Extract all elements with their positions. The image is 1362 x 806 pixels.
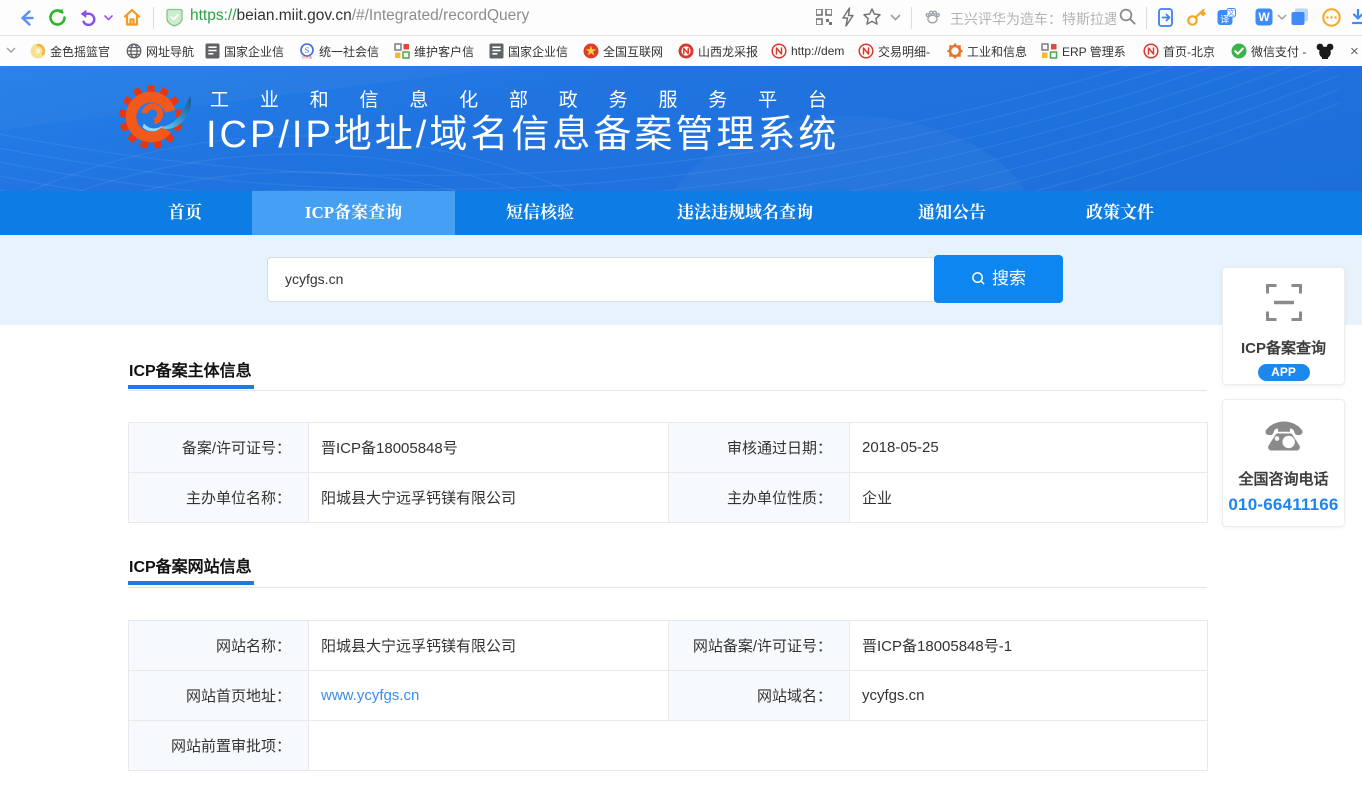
svg-text:W: W <box>1258 10 1270 24</box>
svg-text:译: 译 <box>1220 14 1229 24</box>
svg-text:CODE: CODE <box>302 56 313 59</box>
svg-text:S: S <box>305 45 310 55</box>
